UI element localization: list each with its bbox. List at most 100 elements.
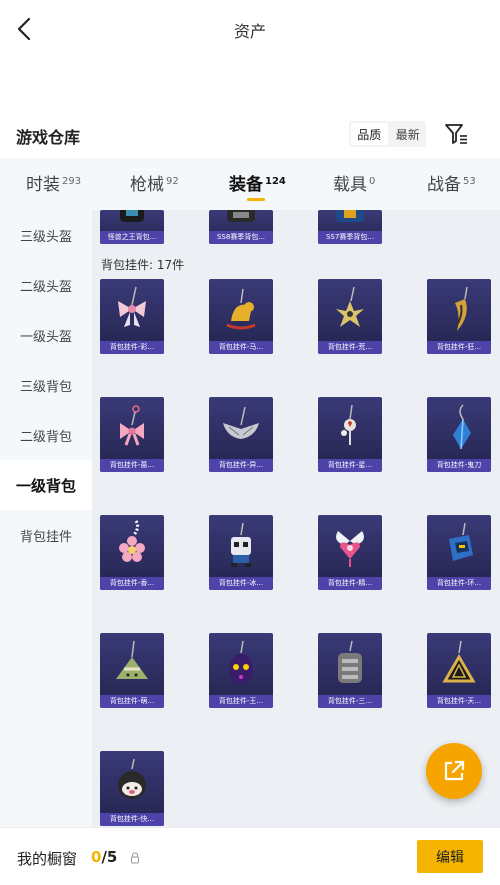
share-button[interactable]: [426, 743, 482, 799]
item-card[interactable]: 背包挂件-香...: [100, 515, 164, 590]
sort-by-latest[interactable]: 最新: [390, 121, 427, 147]
item-card[interactable]: 背包挂件-快...: [100, 751, 164, 826]
showcase-total: /5: [101, 848, 118, 866]
tab-supplies[interactable]: 战备 53: [427, 170, 476, 195]
tab-label: 枪械: [130, 175, 164, 195]
tab-vehicles[interactable]: 载具 0: [333, 170, 375, 195]
item-name: 背包挂件-星...: [318, 459, 382, 472]
item-name: 背包挂件-萌...: [100, 695, 164, 708]
sort-toggle: 品质 最新: [349, 121, 426, 147]
fang-charm-icon: [455, 286, 468, 331]
sort-by-quality[interactable]: 品质: [351, 123, 388, 145]
item-name: 背包挂件-狂...: [427, 341, 491, 354]
sidebar-item-level2-helmet[interactable]: 二级头盔: [0, 260, 92, 310]
horse-charm-icon: [226, 288, 256, 330]
assets-page: 资产 游戏仓库 品质 最新 时装 293 枪械 92 装备 124 载具 0 战备 53 …: [0, 0, 500, 885]
item-name: 背包挂件-蔷...: [100, 459, 164, 472]
sidebar-item-backpack-charm[interactable]: 背包挂件: [0, 510, 92, 560]
winged-heart-charm-icon: [336, 531, 364, 567]
page-title: 资产: [233, 22, 266, 41]
item-name: 背包挂件-冰...: [209, 577, 273, 590]
item-name: 背包挂件-鬼刀: [427, 459, 491, 472]
robot-charm-icon: [231, 522, 251, 567]
mech-charm-icon: [449, 522, 473, 561]
item-name: 背包挂件-彩...: [100, 341, 164, 354]
group-label: 背包挂件: 17件: [101, 258, 185, 272]
tab-count: 293: [62, 176, 82, 187]
item-card[interactable]: SS7赛季背包...: [318, 210, 382, 244]
star-charm-icon: [336, 286, 364, 327]
wing-charm-icon: [223, 406, 259, 439]
item-name: 怪兽之王背包...: [100, 231, 164, 244]
helmet-face-charm-icon: [118, 758, 146, 799]
item-name: 背包挂件-王...: [209, 695, 273, 708]
egg-charm-icon: [229, 640, 253, 684]
item-name: 背包挂件-香...: [100, 577, 164, 590]
item-card[interactable]: 背包挂件-环...: [427, 515, 491, 590]
top-bar: 资产: [0, 0, 500, 58]
sidebar-item-level1-backpack[interactable]: 一级背包: [0, 460, 92, 510]
zongzi-charm-icon: [116, 640, 148, 679]
lock-icon: [131, 852, 139, 864]
warehouse-title: 游戏仓库: [16, 128, 81, 147]
item-card[interactable]: 背包挂件-马...: [209, 279, 273, 354]
tab-firearms[interactable]: 枪械 92: [130, 170, 179, 195]
item-name: 背包挂件-快...: [100, 813, 164, 826]
tab-label: 装备: [229, 175, 263, 195]
item-card[interactable]: 背包挂件-荒...: [318, 279, 382, 354]
share-icon: [444, 760, 465, 781]
sidebar-item-level3-backpack[interactable]: 三级背包: [0, 360, 92, 410]
sidebar: 三级头盔 二级头盔 一级头盔 三级背包 二级背包 一级背包 背包挂件: [0, 210, 92, 827]
tab-label: 战备: [427, 175, 461, 195]
sidebar-item-level1-helmet[interactable]: 一级头盔: [0, 310, 92, 360]
item-card[interactable]: 怪兽之王背包...: [100, 210, 164, 244]
item-card[interactable]: 背包挂件-萌...: [100, 633, 164, 708]
item-name: 背包挂件-异...: [209, 459, 273, 472]
triangle-charm-icon: [442, 640, 476, 683]
showcase-label: 我的橱窗: [17, 850, 78, 868]
category-tabs: 时装 293 枪械 92 装备 124 载具 0 战备 53: [0, 158, 500, 210]
sidebar-item-level2-backpack[interactable]: 二级背包: [0, 410, 92, 460]
crystal-charm-icon: [453, 404, 471, 450]
tab-label: 时装: [26, 175, 60, 195]
tab-count: 92: [166, 176, 179, 187]
showcase-bar: 我的橱窗 0/5 编辑: [0, 827, 500, 885]
item-card[interactable]: 背包挂件-异...: [209, 397, 273, 472]
item-name: 背包挂件-马...: [209, 341, 273, 354]
item-card[interactable]: 背包挂件-鬼刀: [427, 397, 491, 472]
showcase-current: 0: [91, 848, 102, 866]
tab-label: 载具: [333, 175, 367, 195]
tab-fashion[interactable]: 时装 293: [26, 170, 81, 195]
item-card[interactable]: 背包挂件-冰...: [209, 515, 273, 590]
item-card[interactable]: 背包挂件-彩...: [100, 279, 164, 354]
item-card[interactable]: 背包挂件-狂...: [427, 279, 491, 354]
tab-count: 124: [265, 176, 286, 187]
item-name: 背包挂件-精...: [318, 577, 382, 590]
item-card[interactable]: 背包挂件-王...: [209, 633, 273, 708]
warehouse-header: 游戏仓库 品质 最新: [0, 118, 500, 158]
showcase-count: 0/5: [91, 848, 117, 866]
active-tab-indicator: [247, 198, 265, 201]
bow-charm-icon: [118, 286, 146, 327]
item-name: 背包挂件-环...: [427, 577, 491, 590]
item-name: SS7赛季背包...: [318, 231, 382, 244]
sidebar-item-level3-helmet[interactable]: 三级头盔: [0, 210, 92, 260]
item-card[interactable]: 背包挂件-星...: [318, 397, 382, 472]
item-card[interactable]: SS8赛季背包...: [209, 210, 273, 244]
filter-button[interactable]: [443, 121, 469, 147]
backpack-charm-icon: [338, 640, 362, 683]
item-name: 背包挂件-天...: [427, 695, 491, 708]
heart-key-charm-icon: [341, 404, 356, 445]
item-name: 背包挂件-荒...: [318, 341, 382, 354]
tab-equipment[interactable]: 装备 124: [229, 170, 286, 195]
item-card[interactable]: 背包挂件-三...: [318, 633, 382, 708]
item-name: 背包挂件-三...: [318, 695, 382, 708]
item-card[interactable]: 背包挂件-天...: [427, 633, 491, 708]
item-grid: 怪兽之王背包... SS8赛季背包... SS7赛季背包... 背包挂件: 17…: [92, 210, 500, 827]
filter-icon: [445, 124, 467, 144]
item-card[interactable]: 背包挂件-蔷...: [100, 397, 164, 472]
tab-count: 53: [463, 176, 476, 187]
edit-button[interactable]: 编辑: [417, 840, 483, 873]
tab-count: 0: [369, 176, 376, 187]
item-card[interactable]: 背包挂件-精...: [318, 515, 382, 590]
